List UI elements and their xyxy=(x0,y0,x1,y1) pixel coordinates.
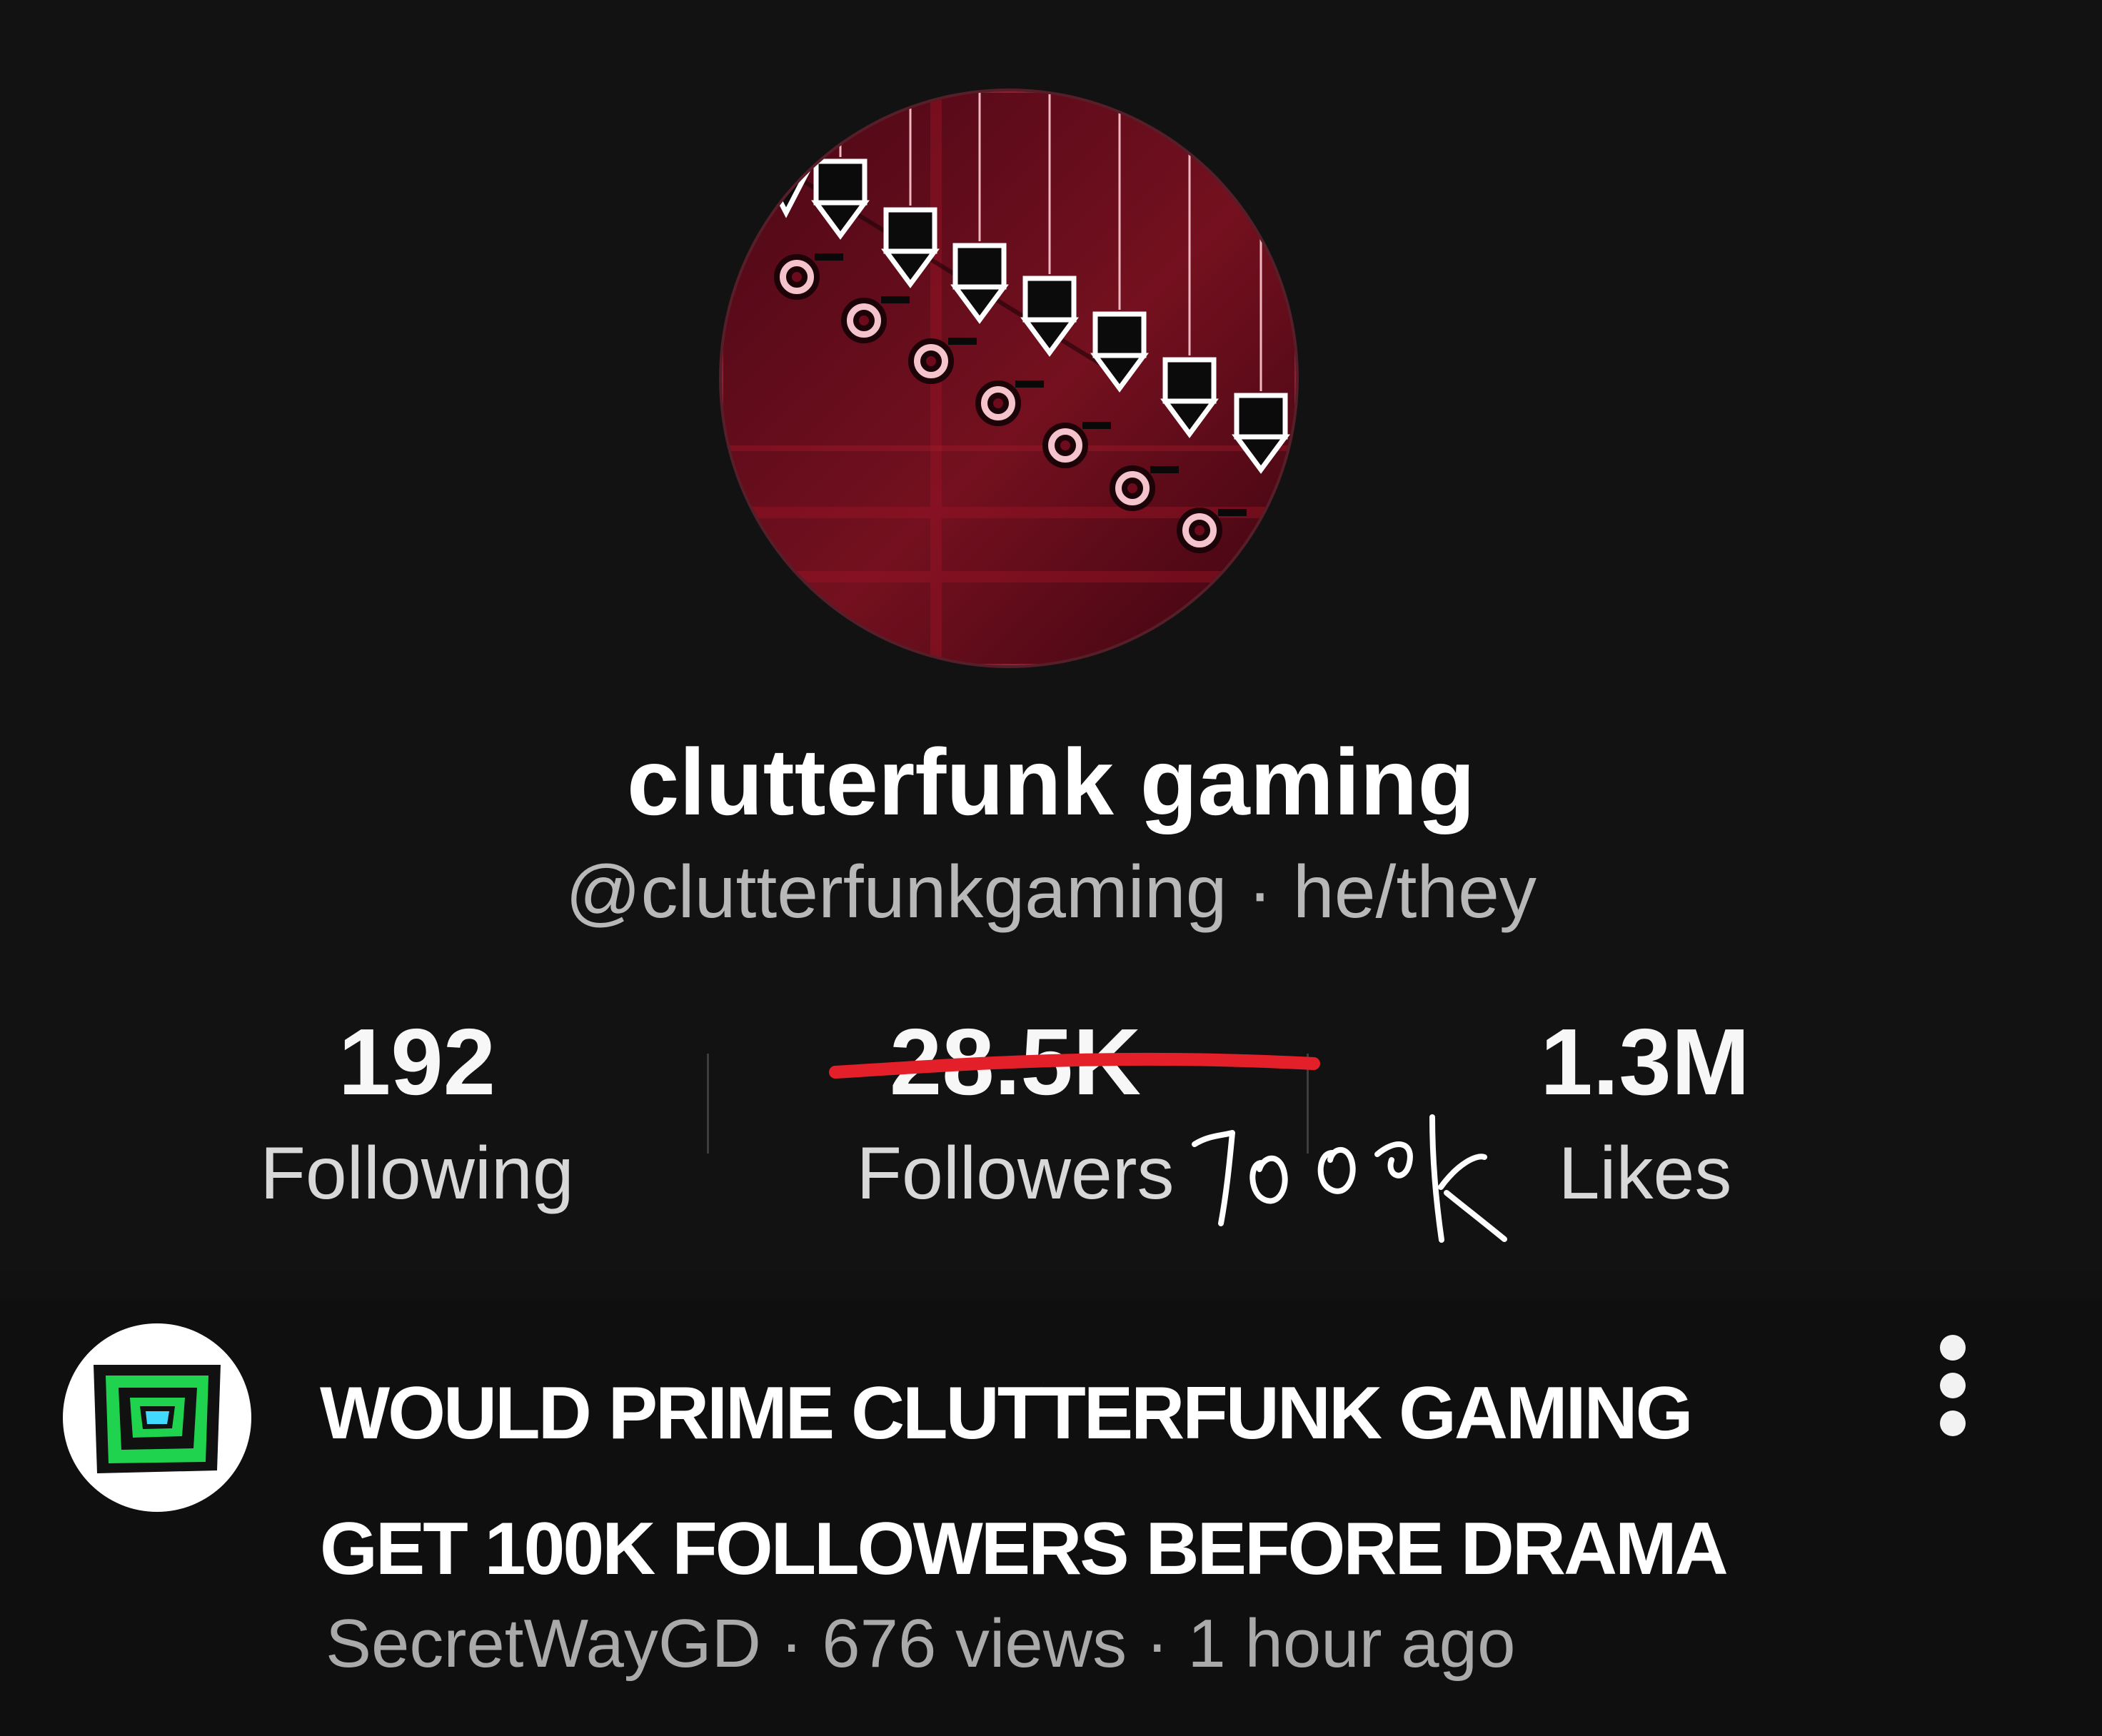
video-metadata: SecretWayGD · 676 views · 1 hour ago xyxy=(326,1610,1968,1678)
profile-handle-row: @clutterfunkgaming · he/they xyxy=(0,855,2102,929)
channel-name[interactable]: SecretWayGD xyxy=(326,1605,761,1682)
following-count: 192 xyxy=(338,1009,496,1114)
likes-count: 1.3M xyxy=(1540,1009,1750,1114)
followers-label: Followers xyxy=(856,1132,1175,1215)
geometry-dash-level-avatar-icon xyxy=(722,91,1296,665)
view-count: 676 views xyxy=(822,1605,1127,1682)
likes-label: Likes xyxy=(1558,1132,1732,1215)
profile-header: clutterfunk gaming @clutterfunkgaming · … xyxy=(0,0,2102,1271)
handle-separator: · xyxy=(1247,851,1272,934)
profile-avatar[interactable] xyxy=(722,91,1296,665)
upload-age: 1 hour ago xyxy=(1187,1605,1516,1682)
profile-handle[interactable]: @clutterfunkgaming xyxy=(565,851,1227,934)
metadata-separator-2: · xyxy=(1145,1605,1169,1682)
following-stat[interactable]: 192 Following xyxy=(217,1015,617,1211)
stats-divider-left xyxy=(707,1054,709,1154)
video-title-line-2: GET 100K FOLLOWERS BEFORE DRAMA xyxy=(320,1508,1729,1590)
video-title-line-1: WOULD PRIME CLUTTERFUNK GAMING xyxy=(320,1372,1693,1455)
more-vertical-icon xyxy=(1940,1335,1966,1436)
stats-divider-right xyxy=(1307,1054,1309,1154)
metadata-separator-1: · xyxy=(780,1605,803,1682)
profile-pronouns: he/they xyxy=(1292,851,1537,934)
followers-count: 28.5K xyxy=(889,1009,1142,1114)
more-options-button[interactable] xyxy=(1921,1332,1985,1439)
video-title[interactable]: WOULD PRIME CLUTTERFUNK GAMING GET 100K … xyxy=(320,1346,1926,1617)
handwritten-100k-annotation: 100k xyxy=(1192,1114,1507,1243)
likes-stat[interactable]: 1.3M Likes xyxy=(1474,1015,1816,1211)
geometry-dash-cube-icon xyxy=(64,1325,250,1510)
followers-stat[interactable]: 28.5K Followers xyxy=(794,1015,1237,1211)
profile-display-name: clutterfunk gaming xyxy=(626,730,1476,834)
following-label: Following xyxy=(260,1132,574,1215)
channel-avatar[interactable] xyxy=(63,1323,251,1512)
